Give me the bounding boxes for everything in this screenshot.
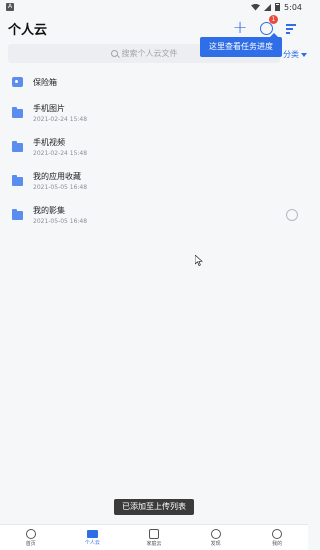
list-item-date: 2021-05-05 16:48 (33, 218, 88, 225)
list-item-date: 2021-02-24 15:48 (33, 116, 88, 123)
category-filter[interactable]: 分类 (283, 49, 307, 60)
nav-home[interactable]: 首页 (0, 525, 62, 550)
list-item[interactable]: 我的应用收藏 2021-05-05 16:48 (0, 164, 308, 198)
chevron-down-icon (301, 52, 307, 57)
list-item-date: 2021-02-24 15:48 (33, 150, 88, 157)
list-item-name: 我的应用收藏 (33, 172, 81, 181)
sort-icon (286, 23, 298, 34)
status-left: A (6, 3, 14, 11)
home-cloud-icon (25, 528, 36, 539)
list-item-text: 我的应用收藏 2021-05-05 16:48 (33, 171, 87, 191)
list-item-text: 手机视频 2021-02-24 15:48 (33, 137, 87, 157)
battery-icon (275, 3, 281, 11)
sort-button[interactable] (284, 20, 300, 36)
search-icon (110, 50, 118, 57)
search-placeholder: 搜索个人云文件 (121, 49, 178, 58)
list-item-text: 保险箱 (33, 77, 57, 88)
nav-label: 发现 (210, 540, 221, 547)
nav-label: 我的 (272, 540, 283, 547)
list-item-name: 我的影集 (33, 206, 65, 215)
signal-icon (264, 3, 272, 11)
page-title: 个人云 (8, 22, 48, 38)
family-cloud-icon (148, 528, 159, 539)
toast-message: 已添加至上传列表 (114, 499, 194, 515)
app-notification-icon: A (6, 3, 14, 11)
list-item-text: 手机图片 2021-02-24 15:48 (33, 103, 87, 123)
profile-icon (272, 528, 283, 539)
transfer-count-badge: 1 (269, 15, 278, 24)
add-button[interactable]: + (232, 19, 248, 37)
folder-nav-icon (86, 529, 98, 538)
list-item[interactable]: 手机视频 2021-02-24 15:48 (0, 130, 308, 164)
folder-icon (12, 140, 23, 152)
list-item-text: 我的影集 2021-05-05 16:48 (33, 205, 87, 225)
nav-me[interactable]: 我的 (246, 525, 308, 550)
nav-family-cloud[interactable]: 家庭云 (123, 525, 185, 550)
list-item-name: 手机图片 (33, 104, 65, 113)
list-item-date: 2021-05-05 16:48 (33, 184, 88, 191)
task-progress-tooltip[interactable]: 这里查看任务进度 (200, 37, 282, 57)
lock-folder-icon (12, 77, 23, 87)
nav-label: 首页 (25, 540, 36, 547)
list-item[interactable]: 我的影集 2021-05-05 16:48 (0, 198, 308, 232)
folder-icon (12, 208, 23, 220)
list-item[interactable]: 手机图片 2021-02-24 15:48 (0, 96, 308, 130)
category-label: 分类 (283, 50, 299, 59)
list-item-name: 保险箱 (33, 77, 57, 87)
status-right: 5:04 (251, 3, 302, 12)
compass-icon (210, 528, 221, 539)
mouse-cursor-icon (195, 255, 203, 266)
nav-label: 家庭云 (146, 540, 162, 547)
nav-discover[interactable]: 发现 (185, 525, 247, 550)
header-actions: + 1 (232, 15, 300, 37)
bottom-nav: 首页 个人云 家庭云 发现 我的 (0, 524, 308, 550)
folder-icon (12, 106, 23, 118)
folder-icon (12, 174, 23, 186)
nav-personal-cloud[interactable]: 个人云 (62, 525, 124, 550)
file-list: 保险箱 手机图片 2021-02-24 15:48 手机视频 2021-02-2… (0, 68, 308, 232)
list-item-vault[interactable]: 保险箱 (0, 68, 308, 96)
wifi-icon (251, 3, 261, 11)
status-time: 5:04 (284, 2, 302, 12)
status-bar: A 5:04 (0, 0, 308, 14)
nav-label: 个人云 (84, 539, 100, 546)
select-radio[interactable] (286, 209, 298, 221)
list-item-name: 手机视频 (33, 138, 65, 147)
